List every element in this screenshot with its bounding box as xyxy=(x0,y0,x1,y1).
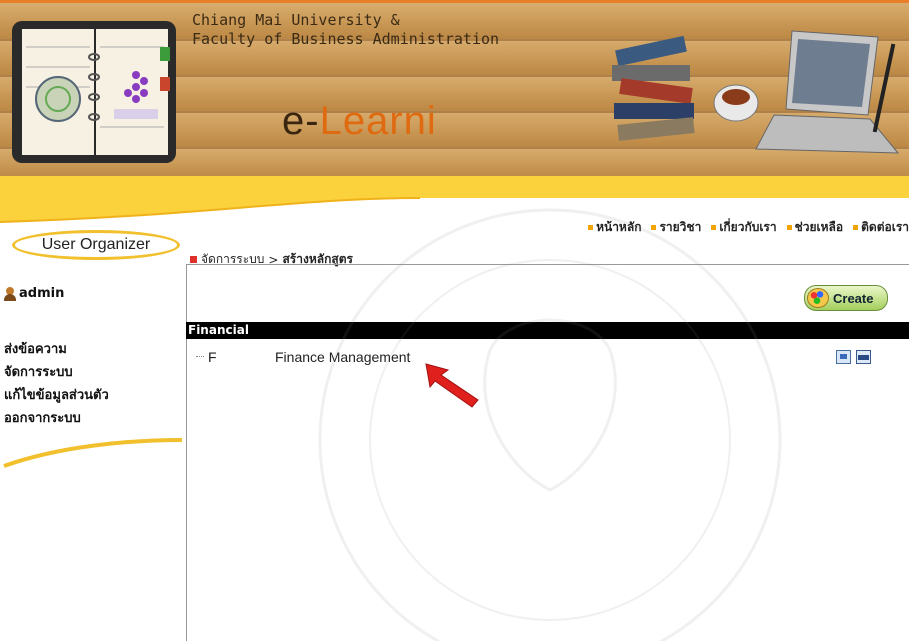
sidebar-item-edit-profile[interactable]: แก้ไขข้อมูลส่วนตัว xyxy=(4,384,109,407)
laptop-icon xyxy=(755,30,900,154)
course-code: F xyxy=(208,349,217,365)
bullet-icon xyxy=(853,224,859,230)
sidebar-item-system-management[interactable]: จัดการระบบ xyxy=(4,361,109,384)
user-icon xyxy=(4,286,16,301)
course-row[interactable]: F Finance Management xyxy=(196,349,909,367)
tree-connector xyxy=(196,356,204,357)
create-button[interactable]: Create xyxy=(804,285,888,311)
nav-home[interactable]: หน้าหลัก xyxy=(588,218,641,236)
logo-e: e- xyxy=(282,99,320,143)
edit-icon[interactable] xyxy=(836,350,851,364)
header-banner: Chiang Mai University & Faculty of Busin… xyxy=(0,0,909,178)
create-button-label: Create xyxy=(833,290,874,306)
banner-title-line2: Faculty of Business Administration xyxy=(192,30,500,48)
red-arrow-icon xyxy=(425,363,479,408)
nav-about[interactable]: เกี่ยวกับเรา xyxy=(711,218,777,236)
bullet-icon xyxy=(786,224,792,230)
username: admin xyxy=(19,286,65,301)
palette-icon xyxy=(807,288,829,308)
bullet-icon xyxy=(588,224,594,230)
current-user: admin xyxy=(4,286,64,301)
books-stack-icon xyxy=(612,30,900,154)
breadcrumb-square-icon xyxy=(190,256,197,263)
content-panel xyxy=(186,264,909,641)
nav-help[interactable]: ช่วยเหลือ xyxy=(786,218,843,236)
folder-icon[interactable] xyxy=(856,350,871,364)
sidebar-swoosh xyxy=(3,438,183,468)
logo-learn: Learni xyxy=(319,99,437,143)
open-book-icon xyxy=(12,21,176,163)
top-nav: หน้าหลัก รายวิชา เกี่ยวกับเรา ช่วยเหลือ … xyxy=(588,218,909,236)
elearning-logo-text: e-Learni xyxy=(282,99,437,144)
sidebar: User Organizer admin ส่งข้อความ จัดการระ… xyxy=(0,226,186,641)
sidebar-item-logout[interactable]: ออกจากระบบ xyxy=(4,407,109,430)
nav-courses[interactable]: รายวิชา xyxy=(651,218,701,236)
category-header: Financial xyxy=(186,322,909,339)
banner-title-line1: Chiang Mai University & xyxy=(192,11,400,29)
user-organizer-badge: User Organizer xyxy=(12,230,180,260)
course-name[interactable]: Finance Management xyxy=(275,349,410,365)
sidebar-menu: ส่งข้อความ จัดการระบบ แก้ไขข้อมูลส่วนตัว… xyxy=(4,338,109,430)
bullet-icon xyxy=(711,224,717,230)
nav-contact[interactable]: ติดต่อเรา xyxy=(853,218,909,236)
bullet-icon xyxy=(651,224,657,230)
banner-title: Chiang Mai University & Faculty of Busin… xyxy=(192,11,499,49)
sidebar-item-send-message[interactable]: ส่งข้อความ xyxy=(4,338,109,361)
